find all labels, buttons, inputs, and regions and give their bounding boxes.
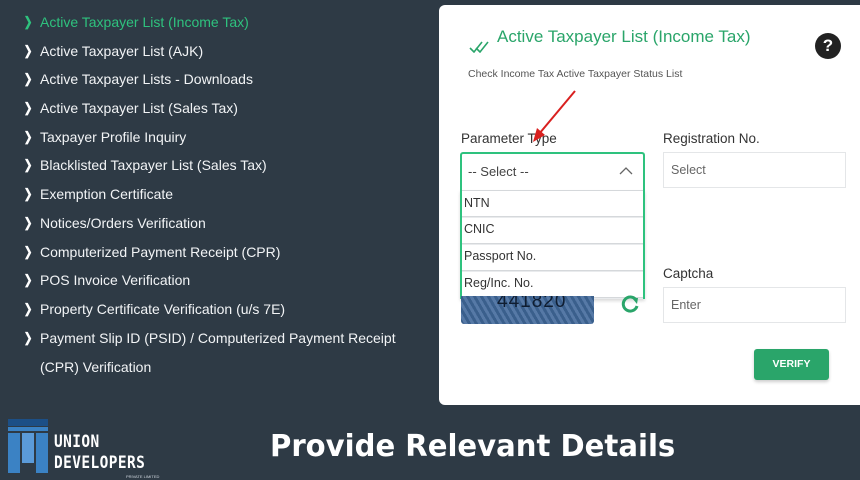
building-logo-icon (8, 419, 48, 473)
parameter-type-label: Parameter Type (461, 131, 557, 146)
parameter-type-dropdown: NTN CNIC Passport No. Reg/Inc. No. (460, 190, 645, 299)
verification-card: Active Taxpayer List (Income Tax) Check … (439, 5, 860, 405)
refresh-icon[interactable] (619, 293, 641, 315)
sidebar-item-notices-orders[interactable]: ❯ Notices/Orders Verification (0, 213, 430, 233)
sidebar-item-active-taxpayer-ajk[interactable]: ❯ Active Taxpayer List (AJK) (0, 41, 430, 61)
video-caption: Provide Relevant Details (270, 429, 676, 464)
sidebar-item-label: Blacklisted Taxpayer List (Sales Tax) (40, 157, 267, 174)
sidebar-item-blacklisted-taxpayer[interactable]: ❯ Blacklisted Taxpayer List (Sales Tax) (0, 155, 430, 175)
logo-line-1: UNION (54, 432, 100, 452)
sidebar-nav: ❯ Active Taxpayer List (Income Tax) ❯ Ac… (0, 12, 430, 390)
chevron-right-icon: ❯ (23, 71, 33, 87)
chevron-right-icon: ❯ (23, 14, 33, 29)
sidebar-item-label: Active Taxpayer Lists - Downloads (40, 71, 253, 88)
captcha-text: 441820 (497, 296, 567, 312)
chevron-right-icon: ❯ (23, 42, 33, 58)
help-icon[interactable]: ? (815, 33, 841, 59)
chevron-right-icon: ❯ (23, 272, 33, 288)
captcha-label: Captcha (663, 266, 714, 281)
chevron-right-icon: ❯ (23, 157, 33, 173)
chevron-right-icon: ❯ (23, 243, 33, 259)
sidebar-item-label: POS Invoice Verification (40, 272, 191, 289)
option-cnic[interactable]: CNIC (462, 217, 643, 244)
verify-button[interactable]: VERIFY (754, 349, 829, 380)
sidebar-item-psid-verification[interactable]: ❯ Payment Slip ID (PSID) / Computerized … (0, 328, 430, 382)
sidebar-item-label: Taxpayer Profile Inquiry (40, 128, 187, 145)
sidebar-item-label: Active Taxpayer List (Sales Tax) (40, 100, 238, 117)
captcha-image: 441820 (461, 296, 594, 324)
sidebar-item-label: Computerized Payment Receipt (CPR) (40, 243, 281, 260)
chevron-up-icon (619, 167, 633, 175)
union-developers-logo: UNION DEVELOPERS PRIVATE LIMITED (8, 419, 168, 479)
option-reg-inc[interactable]: Reg/Inc. No. (462, 271, 643, 298)
sidebar-item-label: Active Taxpayer List (AJK) (40, 42, 204, 59)
logo-line-2: DEVELOPERS (54, 453, 146, 473)
option-passport[interactable]: Passport No. (462, 244, 643, 271)
sidebar-item-cpr[interactable]: ❯ Computerized Payment Receipt (CPR) (0, 242, 430, 262)
logo-wordmark: UNION DEVELOPERS (54, 432, 145, 474)
chevron-right-icon: ❯ (23, 186, 33, 202)
parameter-type-select[interactable]: -- Select -- (460, 152, 645, 190)
sidebar-item-label: Notices/Orders Verification (40, 214, 206, 231)
registration-input[interactable]: Select (663, 152, 846, 188)
captcha-input[interactable]: Enter (663, 287, 846, 323)
sidebar-item-active-taxpayer-income-tax[interactable]: ❯ Active Taxpayer List (Income Tax) (0, 12, 430, 32)
sidebar-item-exemption-certificate[interactable]: ❯ Exemption Certificate (0, 184, 430, 204)
check-icon (469, 41, 489, 53)
sidebar-item-property-certificate[interactable]: ❯ Property Certificate Verification (u/s… (0, 299, 430, 319)
sidebar-item-pos-invoice[interactable]: ❯ POS Invoice Verification (0, 270, 430, 290)
chevron-right-icon: ❯ (23, 329, 33, 345)
logo-tagline: PRIVATE LIMITED (126, 474, 160, 479)
chevron-right-icon: ❯ (23, 128, 33, 144)
chevron-right-icon: ❯ (23, 100, 33, 116)
chevron-right-icon: ❯ (23, 300, 33, 316)
sidebar-item-label: Active Taxpayer List (Income Tax) (40, 14, 249, 30)
sidebar-item-taxpayer-profile-inquiry[interactable]: ❯ Taxpayer Profile Inquiry (0, 127, 430, 147)
sidebar-item-label: Property Certificate Verification (u/s 7… (40, 300, 286, 317)
chevron-right-icon: ❯ (23, 214, 33, 230)
card-subtitle: Check Income Tax Active Taxpayer Status … (468, 68, 683, 80)
card-title: Active Taxpayer List (Income Tax) (497, 27, 751, 46)
registration-label: Registration No. (663, 131, 760, 146)
sidebar-item-active-taxpayer-sales-tax[interactable]: ❯ Active Taxpayer List (Sales Tax) (0, 98, 430, 118)
option-ntn[interactable]: NTN (462, 190, 643, 217)
sidebar-item-active-taxpayer-downloads[interactable]: ❯ Active Taxpayer Lists - Downloads (0, 69, 430, 89)
select-value: -- Select -- (468, 164, 529, 179)
sidebar-item-label: Payment Slip ID (PSID) / Computerized Pa… (40, 329, 396, 375)
sidebar-item-label: Exemption Certificate (40, 186, 174, 203)
